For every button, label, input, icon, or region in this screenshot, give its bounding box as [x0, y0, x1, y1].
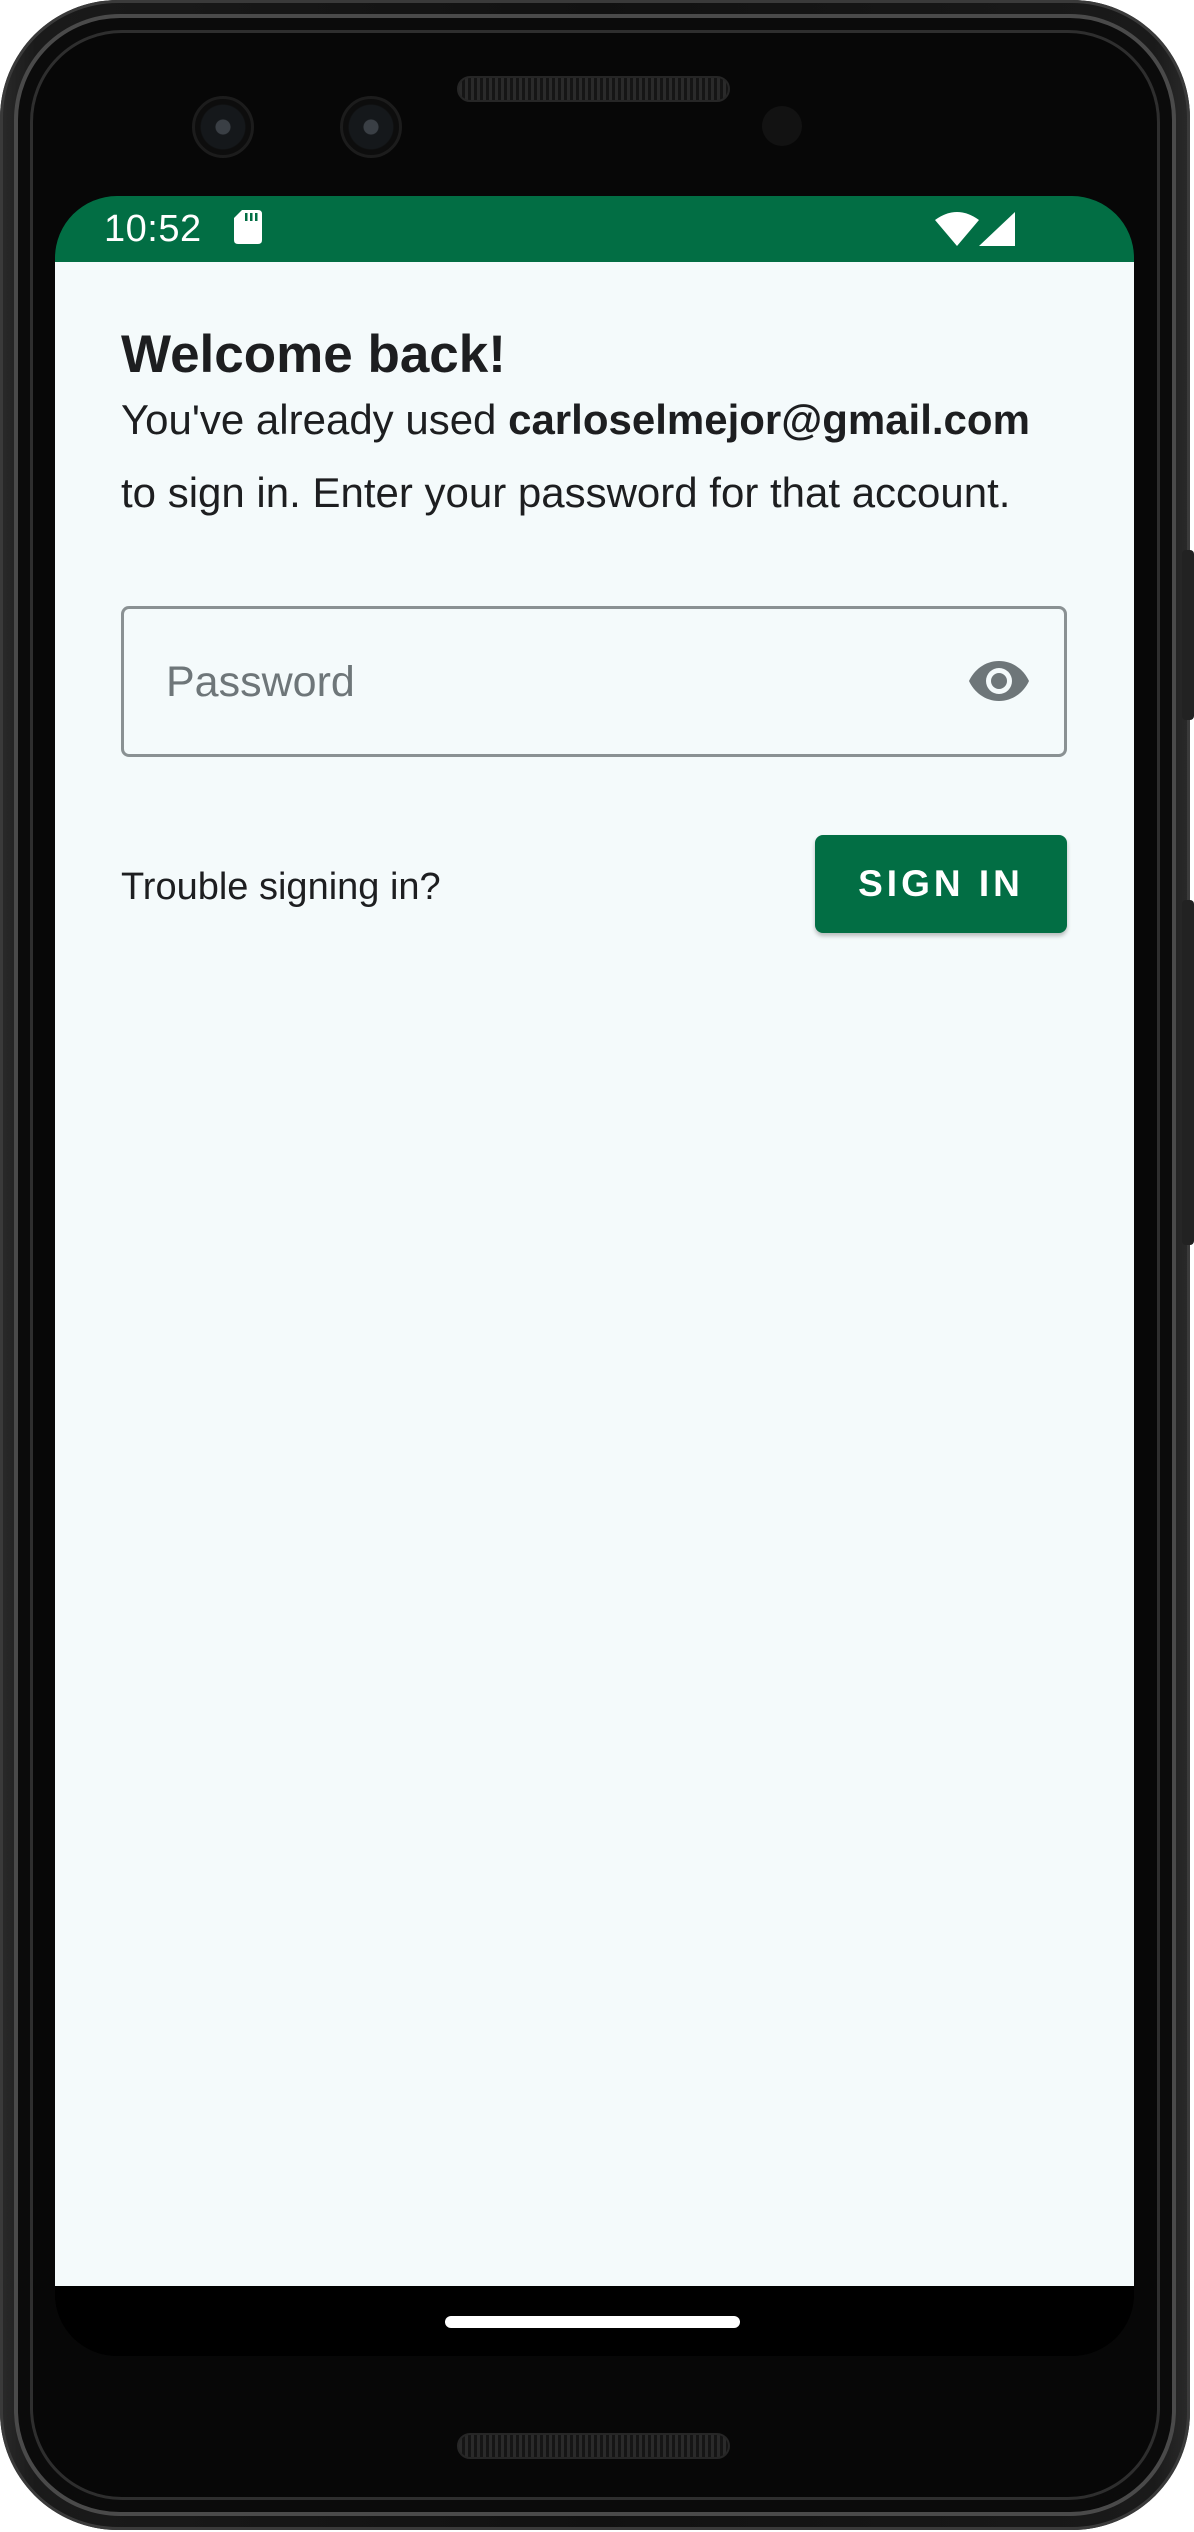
front-camera-1	[192, 96, 254, 158]
wifi-icon	[935, 212, 979, 246]
existing-account-message: You've already used carloselmejor@gmail.…	[121, 396, 1030, 444]
bottom-speaker	[457, 2433, 730, 2459]
navigation-bar	[55, 2286, 1134, 2356]
account-email: carloselmejor@gmail.com	[508, 396, 1030, 443]
message-prefix: You've already used	[121, 396, 509, 443]
sign-in-button[interactable]: SIGN IN	[815, 835, 1067, 933]
eye-icon[interactable]	[968, 653, 1030, 709]
page-title: Welcome back!	[121, 325, 506, 384]
screen: 10:52 Welcome back! You've already used …	[55, 196, 1134, 2356]
volume-button	[1182, 900, 1194, 1245]
password-field[interactable]	[121, 606, 1067, 757]
sd-card-icon	[234, 210, 262, 244]
status-time: 10:52	[104, 208, 202, 250]
power-button	[1182, 550, 1194, 720]
existing-account-message-continued: to sign in. Enter your password for that…	[121, 469, 1011, 516]
device-frame: 10:52 Welcome back! You've already used …	[0, 0, 1194, 2532]
sign-in-screen: Welcome back! You've already used carlos…	[55, 262, 1134, 2286]
password-input[interactable]	[164, 609, 948, 756]
front-camera-2	[340, 96, 402, 158]
proximity-sensor	[762, 106, 802, 146]
home-gesture-handle[interactable]	[445, 2316, 740, 2328]
earpiece-speaker	[457, 76, 730, 102]
cell-signal-icon	[979, 212, 1015, 246]
status-bar: 10:52	[55, 196, 1134, 262]
trouble-signing-in-link[interactable]: Trouble signing in?	[121, 866, 441, 909]
